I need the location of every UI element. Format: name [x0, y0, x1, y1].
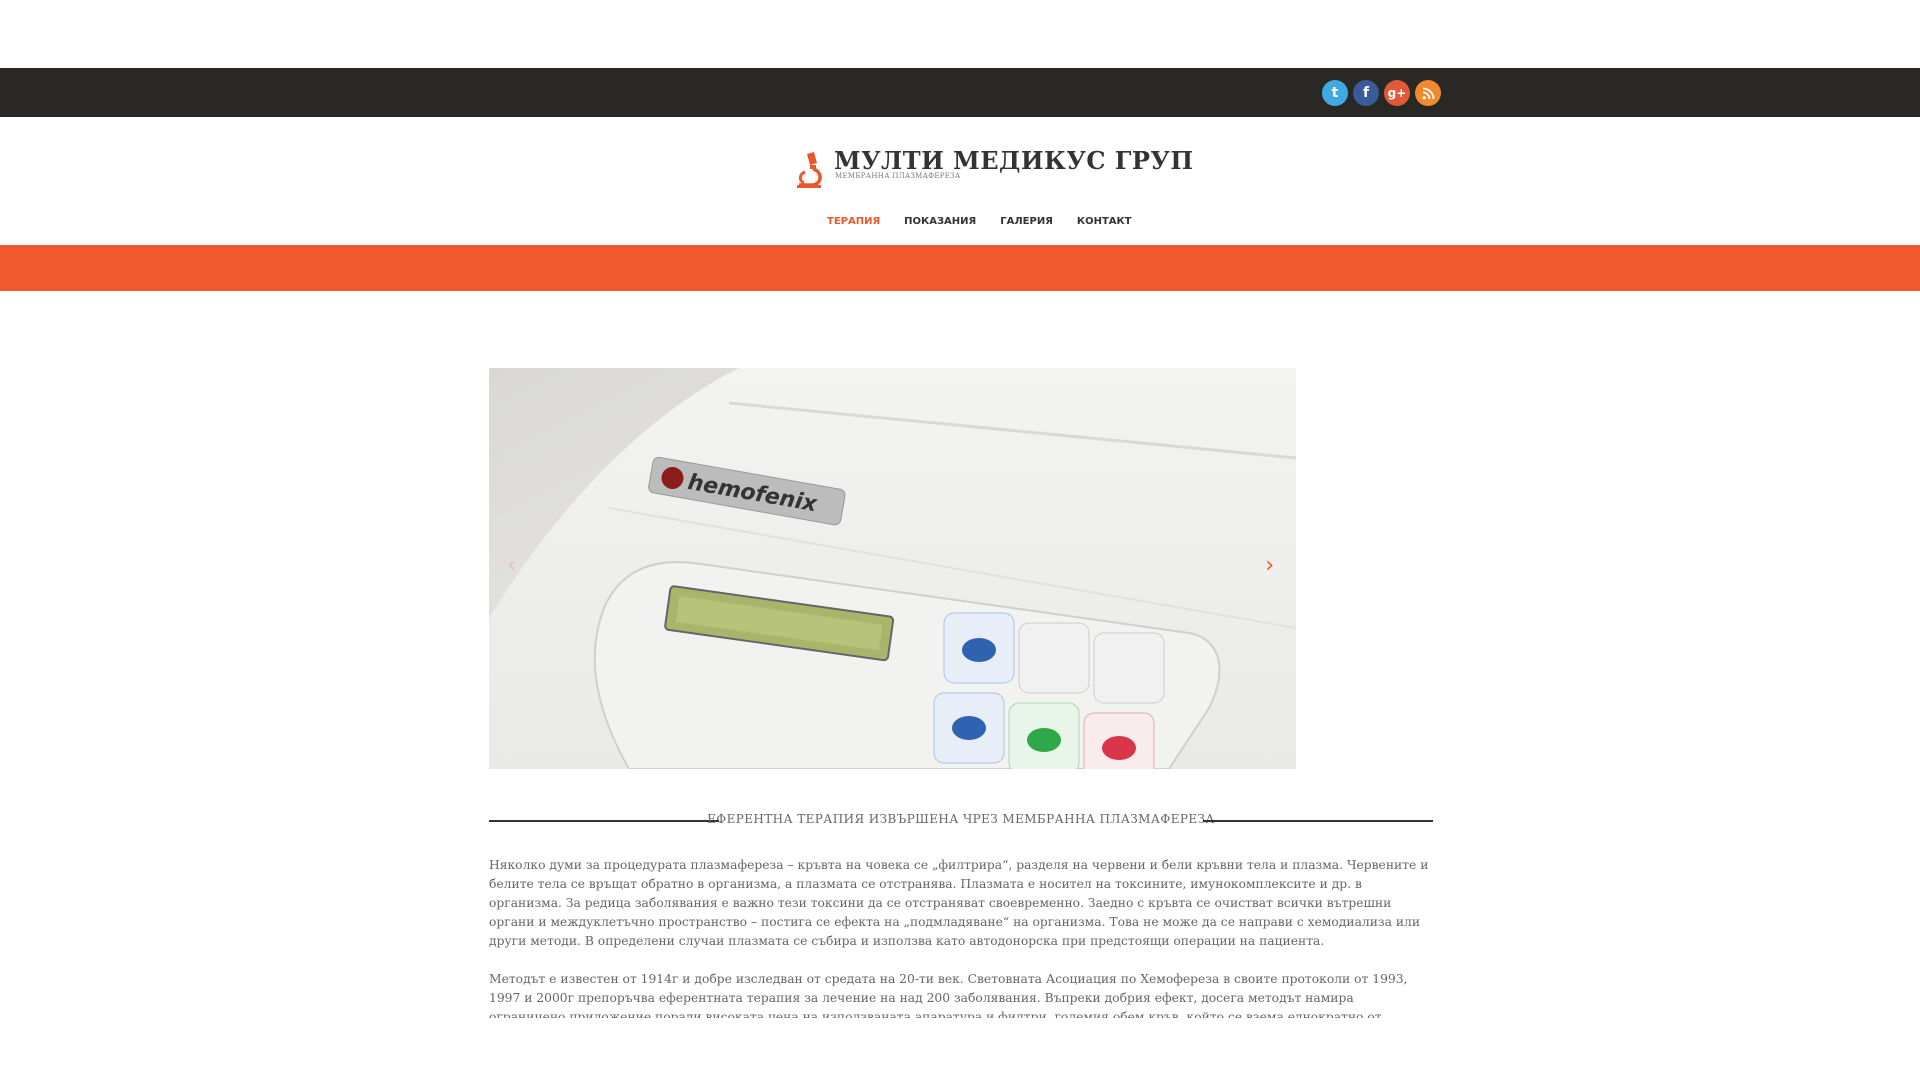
nav-item-therapy[interactable]: ТЕРАПИЯ — [827, 216, 880, 227]
slider-next-arrow[interactable]: › — [1265, 553, 1274, 578]
slider-prev-arrow[interactable]: ‹ — [507, 553, 516, 578]
hemofenix-device-image: hemofenix — [489, 368, 1296, 769]
site-title[interactable]: МУЛТИ МЕДИКУС ГРУП — [834, 146, 1194, 175]
section-title: ЕФЕРЕНТНА ТЕРАПИЯ ИЗВЪРШЕНА ЧРЕЗ МЕМБРАН… — [707, 812, 1215, 826]
image-slider[interactable]: hemofenix ‹ › — [489, 368, 1296, 769]
facebook-icon[interactable]: f — [1353, 80, 1379, 106]
top-bar: t f g+ — [0, 68, 1920, 117]
main-nav: ТЕРАПИЯ ПОКАЗАНИЯ ГАЛЕРИЯ КОНТАКТ — [827, 216, 1132, 227]
accent-banner — [0, 245, 1920, 291]
microscope-logo-icon[interactable] — [793, 150, 827, 190]
content-paragraph-2: Методът е известен от 1914г и добре изсл… — [489, 972, 1408, 1018]
site-subtitle: МЕМБРАННА ПЛАЗМАФЕРЕЗА — [835, 172, 961, 180]
rss-icon[interactable] — [1415, 80, 1441, 106]
nav-item-gallery[interactable]: ГАЛЕРИЯ — [1000, 216, 1053, 227]
nav-item-contact[interactable]: КОНТАКТ — [1077, 216, 1132, 227]
twitter-icon[interactable]: t — [1322, 80, 1348, 106]
nav-item-indications[interactable]: ПОКАЗАНИЯ — [904, 216, 976, 227]
heading-rule-right — [1203, 820, 1433, 822]
webpage: t f g+ МУЛТИ МЕДИКУС ГРУП МЕМБРАННА ПЛАЗ… — [0, 68, 1920, 1018]
content-paragraph-1: Няколко думи за процедурата плазмафереза… — [489, 858, 1429, 948]
section-heading: ЕФЕРЕНТНА ТЕРАПИЯ ИЗВЪРШЕНА ЧРЕЗ МЕМБРАН… — [489, 810, 1433, 830]
google-plus-icon[interactable]: g+ — [1384, 80, 1410, 106]
